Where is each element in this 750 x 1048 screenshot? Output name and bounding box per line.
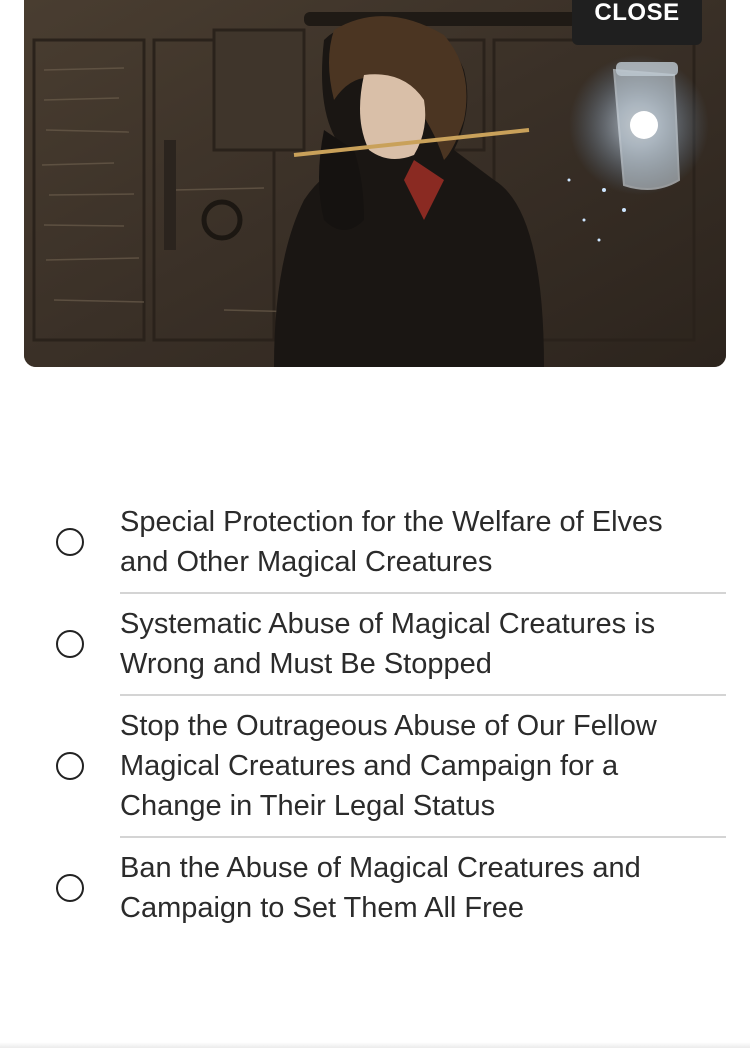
close-button[interactable]: CLOSE — [572, 0, 702, 45]
radio-button[interactable] — [56, 874, 84, 902]
radio-button[interactable] — [56, 630, 84, 658]
option-3[interactable]: Stop the Outrageous Abuse of Our Fellow … — [0, 696, 750, 836]
radio-button[interactable] — [56, 528, 84, 556]
option-label: Special Protection for the Welfare of El… — [120, 506, 663, 578]
bottom-edge-shadow — [0, 1042, 750, 1048]
option-2[interactable]: Systematic Abuse of Magical Creatures is… — [0, 594, 750, 694]
option-label: Systematic Abuse of Magical Creatures is… — [120, 608, 656, 680]
hero-illustration — [24, 0, 726, 367]
hero-image — [24, 0, 726, 367]
option-1[interactable]: Special Protection for the Welfare of El… — [0, 492, 750, 592]
option-label: Stop the Outrageous Abuse of Our Fellow … — [120, 710, 657, 822]
answer-options: Special Protection for the Welfare of El… — [0, 492, 750, 938]
radio-button[interactable] — [56, 752, 84, 780]
option-4[interactable]: Ban the Abuse of Magical Creatures and C… — [0, 838, 750, 938]
option-label: Ban the Abuse of Magical Creatures and C… — [120, 852, 641, 924]
